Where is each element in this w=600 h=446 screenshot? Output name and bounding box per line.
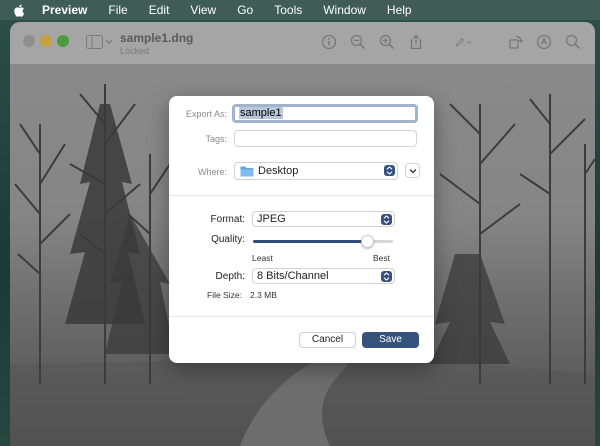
chevron-updown-icon <box>384 165 395 176</box>
quality-slider-knob[interactable] <box>361 235 375 248</box>
menu-preview[interactable]: Preview <box>42 0 87 20</box>
search-icon[interactable] <box>564 33 582 51</box>
tags-label: Tags: <box>205 134 227 144</box>
divider <box>169 195 434 196</box>
zoom-out-icon[interactable] <box>349 33 367 51</box>
export-as-value: sample1 <box>239 107 283 119</box>
chevron-down-icon <box>409 168 416 173</box>
save-button[interactable]: Save <box>362 332 419 348</box>
where-value: Desktop <box>258 165 299 177</box>
quality-label: Quality: <box>211 234 245 245</box>
filesize-label: File Size: <box>207 290 242 300</box>
quality-min-label: Least <box>252 253 273 263</box>
document-title: sample1.dng <box>120 31 194 45</box>
title-bar: sample1.dng Locked <box>10 22 595 64</box>
menu-bar: Preview File Edit View Go Tools Window H… <box>0 0 600 20</box>
menu-window[interactable]: Window <box>323 0 366 20</box>
quality-max-label: Best <box>373 253 391 263</box>
tags-field[interactable] <box>234 130 417 147</box>
filesize-value: 2.3 MB <box>250 290 277 300</box>
format-value: JPEG <box>257 213 286 225</box>
annotate-icon[interactable] <box>535 33 553 51</box>
depth-select[interactable]: 8 Bits/Channel <box>252 268 395 284</box>
menu-go[interactable]: Go <box>237 0 253 20</box>
where-label: Where: <box>197 167 227 177</box>
divider <box>169 316 434 317</box>
folder-icon <box>240 166 254 177</box>
format-select[interactable]: JPEG <box>252 211 395 227</box>
minimize-window-button[interactable] <box>40 35 52 47</box>
format-label: Format: <box>210 214 245 225</box>
export-as-label: Export As: <box>185 109 227 119</box>
quality-slider[interactable] <box>253 235 393 248</box>
rotate-icon[interactable] <box>507 33 525 51</box>
markup-icon[interactable] <box>455 33 473 51</box>
menu-file[interactable]: File <box>108 0 127 20</box>
menu-help[interactable]: Help <box>387 0 412 20</box>
share-icon[interactable] <box>407 33 425 51</box>
cancel-button[interactable]: Cancel <box>299 332 356 348</box>
zoom-window-button[interactable] <box>57 35 69 47</box>
expand-button[interactable] <box>405 163 420 178</box>
close-window-button[interactable] <box>23 35 35 47</box>
export-as-field[interactable]: sample1 <box>232 104 418 123</box>
quality-slider-fill <box>253 240 368 243</box>
sidebar-icon[interactable] <box>86 34 112 50</box>
document-status: Locked <box>120 46 150 56</box>
where-select[interactable]: Desktop <box>234 162 398 180</box>
menu-view[interactable]: View <box>190 0 216 20</box>
chevron-updown-icon <box>381 214 392 225</box>
zoom-in-icon[interactable] <box>378 33 396 51</box>
depth-value: 8 Bits/Channel <box>257 270 329 282</box>
menu-edit[interactable]: Edit <box>149 0 170 20</box>
export-dialog: Export As: sample1 Tags: Where: Desktop … <box>169 96 434 363</box>
apple-icon[interactable] <box>14 4 28 17</box>
menu-tools[interactable]: Tools <box>274 0 302 20</box>
info-icon[interactable] <box>320 33 338 51</box>
depth-label: Depth: <box>215 271 245 282</box>
chevron-updown-icon <box>381 271 392 282</box>
